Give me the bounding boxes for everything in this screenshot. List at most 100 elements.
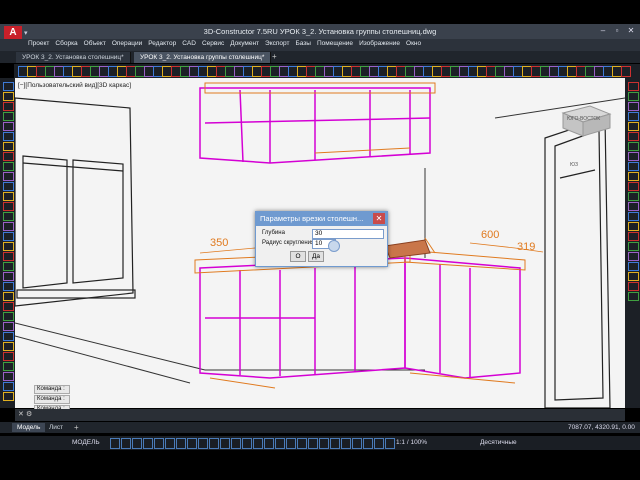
- left-tool-icon[interactable]: [3, 302, 14, 311]
- right-tool-icon[interactable]: [628, 222, 639, 231]
- left-tool-icon[interactable]: [3, 242, 14, 251]
- depth-field[interactable]: 30: [312, 229, 384, 239]
- status-toggle-icon[interactable]: [176, 438, 186, 449]
- status-toggle-icon[interactable]: [154, 438, 164, 449]
- menu-project[interactable]: Проект: [28, 40, 49, 47]
- left-tool-icon[interactable]: [3, 152, 14, 161]
- right-tool-icon[interactable]: [628, 182, 639, 191]
- left-tool-icon[interactable]: [3, 392, 14, 401]
- right-tool-icon[interactable]: [628, 152, 639, 161]
- right-tool-icon[interactable]: [628, 272, 639, 281]
- right-tool-icon[interactable]: [628, 282, 639, 291]
- status-toggle-icon[interactable]: [132, 438, 142, 449]
- annotation-scale[interactable]: 1:1 / 100%: [396, 439, 427, 446]
- dialog-yes-button[interactable]: Да: [308, 251, 324, 262]
- menu-window[interactable]: Окно: [406, 40, 421, 47]
- menu-assembly[interactable]: Сборка: [55, 40, 77, 47]
- status-toggle-icon[interactable]: [341, 438, 351, 449]
- left-tool-icon[interactable]: [3, 292, 14, 301]
- right-tool-icon[interactable]: [628, 162, 639, 171]
- status-toggle-icon[interactable]: [220, 438, 230, 449]
- dialog-close-icon[interactable]: ✕: [373, 213, 385, 224]
- wrench-icon[interactable]: ⚙: [26, 410, 32, 418]
- right-tool-icon[interactable]: [628, 242, 639, 251]
- right-tool-icon[interactable]: [628, 172, 639, 181]
- left-tool-icon[interactable]: [3, 102, 14, 111]
- maximize-icon[interactable]: ▫: [610, 25, 624, 36]
- dialog-ok-button[interactable]: О: [290, 251, 306, 262]
- status-toggle-icon[interactable]: [198, 438, 208, 449]
- right-tool-icon[interactable]: [628, 292, 639, 301]
- status-toggle-icon[interactable]: [363, 438, 373, 449]
- menu-databases[interactable]: Базы: [295, 40, 310, 47]
- viewcube[interactable]: ЮГО-ВОСТОК ЮЗ: [561, 105, 612, 168]
- left-tool-icon[interactable]: [3, 332, 14, 341]
- status-toggle-icon[interactable]: [242, 438, 252, 449]
- left-tool-icon[interactable]: [3, 282, 14, 291]
- left-tool-icon[interactable]: [3, 352, 14, 361]
- right-tool-icon[interactable]: [628, 202, 639, 211]
- status-toggle-icon[interactable]: [286, 438, 296, 449]
- left-tool-icon[interactable]: [3, 82, 14, 91]
- left-tool-icon[interactable]: [3, 112, 14, 121]
- menu-export[interactable]: Экспорт: [265, 40, 289, 47]
- left-tool-icon[interactable]: [3, 372, 14, 381]
- status-toggle-icon[interactable]: [385, 438, 395, 449]
- right-tool-icon[interactable]: [628, 212, 639, 221]
- model-space-button[interactable]: МОДЕЛЬ: [72, 439, 100, 446]
- status-toggle-icon[interactable]: [319, 438, 329, 449]
- left-tool-icon[interactable]: [3, 272, 14, 281]
- status-toggle-icon[interactable]: [143, 438, 153, 449]
- tab-layout[interactable]: Лист: [44, 423, 68, 432]
- status-toggle-icon[interactable]: [121, 438, 131, 449]
- left-tool-icon[interactable]: [3, 362, 14, 371]
- left-tool-icon[interactable]: [3, 202, 14, 211]
- status-toggle-icon[interactable]: [264, 438, 274, 449]
- left-tool-icon[interactable]: [3, 132, 14, 141]
- left-tool-icon[interactable]: [3, 142, 14, 151]
- new-tab-icon[interactable]: +: [272, 52, 277, 61]
- status-toggle-icon[interactable]: [297, 438, 307, 449]
- left-tool-icon[interactable]: [3, 172, 14, 181]
- left-tool-icon[interactable]: [3, 92, 14, 101]
- left-tool-icon[interactable]: [3, 252, 14, 261]
- right-tool-icon[interactable]: [628, 92, 639, 101]
- left-tool-icon[interactable]: [3, 122, 14, 131]
- close-icon[interactable]: ✕: [624, 25, 638, 36]
- status-toggle-icon[interactable]: [352, 438, 362, 449]
- add-layout-icon[interactable]: +: [74, 423, 79, 432]
- status-toggle-icon[interactable]: [231, 438, 241, 449]
- toolbar-tool-icon[interactable]: [621, 66, 631, 77]
- tab-model[interactable]: Модель: [12, 423, 46, 432]
- status-toggle-icon[interactable]: [187, 438, 197, 449]
- minimize-icon[interactable]: –: [596, 25, 610, 36]
- viewport-label[interactable]: [−][Пользовательский вид][3D каркас]: [18, 82, 131, 89]
- right-tool-icon[interactable]: [628, 192, 639, 201]
- status-toggle-icon[interactable]: [209, 438, 219, 449]
- menu-document[interactable]: Документ: [230, 40, 259, 47]
- right-tool-icon[interactable]: [628, 142, 639, 151]
- dialog-title-bar[interactable]: Параметры врезки столешн...: [256, 212, 387, 226]
- doc-tab-1[interactable]: УРОК 3_2. Установка столешниц*: [16, 52, 131, 63]
- left-tool-icon[interactable]: [3, 342, 14, 351]
- status-toggle-icon[interactable]: [165, 438, 175, 449]
- left-tool-icon[interactable]: [3, 182, 14, 191]
- left-tool-icon[interactable]: [3, 222, 14, 231]
- menu-object[interactable]: Объект: [84, 40, 106, 47]
- status-toggle-icon[interactable]: [253, 438, 263, 449]
- left-tool-icon[interactable]: [3, 322, 14, 331]
- menu-cad[interactable]: CAD: [182, 40, 196, 47]
- status-toggle-icon[interactable]: [275, 438, 285, 449]
- right-tool-icon[interactable]: [628, 102, 639, 111]
- units-selector[interactable]: Десятичные: [480, 439, 517, 446]
- left-tool-icon[interactable]: [3, 262, 14, 271]
- left-tool-icon[interactable]: [3, 382, 14, 391]
- menu-operations[interactable]: Операции: [112, 40, 142, 47]
- status-toggle-icon[interactable]: [374, 438, 384, 449]
- menu-image[interactable]: Изображение: [359, 40, 400, 47]
- left-tool-icon[interactable]: [3, 212, 14, 221]
- command-input[interactable]: [15, 409, 625, 421]
- left-tool-icon[interactable]: [3, 232, 14, 241]
- right-tool-icon[interactable]: [628, 112, 639, 121]
- right-tool-icon[interactable]: [628, 232, 639, 241]
